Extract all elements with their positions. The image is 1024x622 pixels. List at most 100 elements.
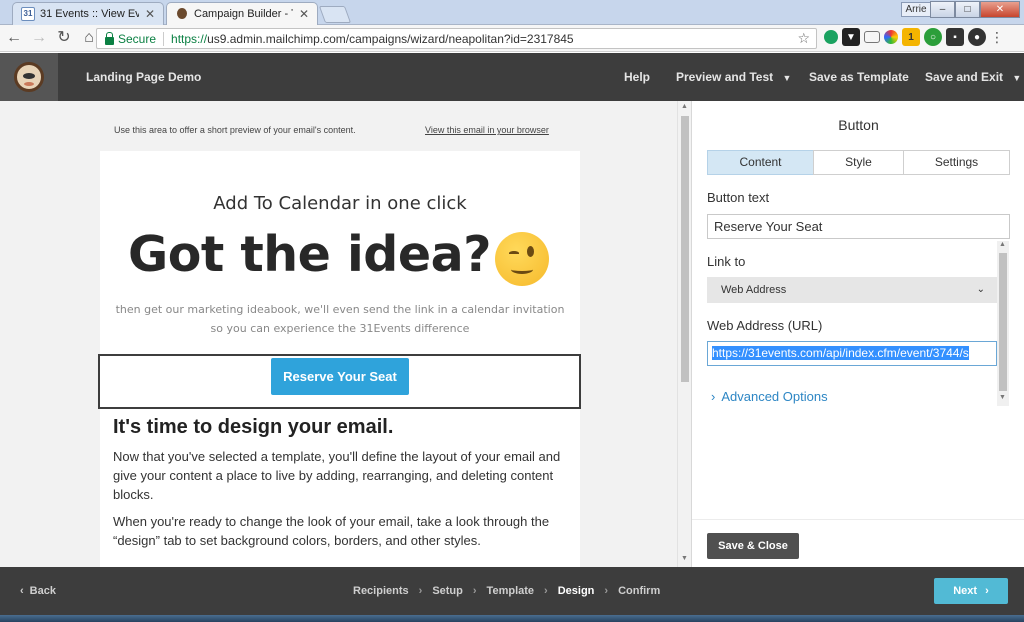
step-confirm[interactable]: Confirm (618, 567, 660, 615)
browser-tab-31events[interactable]: 31 31 Events :: View Event ✕ (12, 2, 164, 25)
tab-style[interactable]: Style (813, 150, 904, 175)
mailchimp-header: Landing Page Demo Help Preview and Test … (0, 53, 1024, 101)
next-button[interactable]: Next › (934, 578, 1008, 604)
scroll-up-arrow-icon[interactable]: ▲ (999, 241, 1006, 248)
lock-icon (105, 31, 114, 45)
calendar-favicon-icon: 31 (21, 7, 35, 21)
tab-label: 31 Events :: View Event (40, 8, 139, 20)
os-taskbar (0, 615, 1024, 622)
tab-content[interactable]: Content (707, 150, 814, 175)
freddie-logo-icon (14, 62, 44, 92)
tab-settings[interactable]: Settings (903, 150, 1010, 175)
scroll-down-arrow-icon[interactable]: ▼ (681, 555, 688, 562)
evernote-extension-icon[interactable] (824, 30, 838, 44)
design-paragraph-1-line1[interactable]: Now that you've selected a template, you… (113, 447, 563, 466)
minimize-icon[interactable]: – (930, 1, 955, 18)
forward-arrow-icon[interactable]: → (28, 27, 50, 49)
color-extension-icon[interactable] (884, 30, 898, 44)
design-heading[interactable]: It's time to design your email. (113, 416, 393, 439)
button-text-input[interactable]: Reserve Your Seat (707, 214, 1010, 239)
wizard-steps: Recipients › Setup › Template › Design ›… (353, 567, 660, 615)
divider (692, 519, 1024, 520)
preview-scrollbar[interactable]: ▲ ▼ (677, 101, 691, 567)
reserve-seat-button[interactable]: Reserve Your Seat (271, 358, 409, 395)
mailchimp-favicon-icon (175, 7, 189, 21)
bookmark-star-icon[interactable]: ☆ (797, 30, 810, 47)
back-arrow-icon[interactable]: ← (3, 27, 25, 49)
help-link[interactable]: Help (624, 53, 650, 101)
chevron-right-icon: › (472, 585, 477, 597)
preview-and-test-menu[interactable]: Preview and Test ▼ (676, 53, 791, 102)
email-headline[interactable]: Got the idea? (128, 226, 492, 283)
address-bar[interactable]: Secure https://us9.admin.mailchimp.com/c… (96, 28, 817, 49)
chevron-down-icon: ⌄ (976, 284, 985, 295)
chevron-left-icon: ‹ (20, 585, 24, 597)
window-controls: – □ ✕ (930, 1, 1020, 18)
panel-tabs: Content Style Settings (707, 150, 1010, 175)
design-paragraph-2-line1[interactable]: When you're ready to change the look of … (113, 512, 563, 531)
winking-emoji-icon (495, 232, 549, 286)
notes-extension-icon[interactable]: 1 (902, 28, 920, 46)
account-extension-icon[interactable]: ● (968, 28, 986, 46)
close-window-icon[interactable]: ✕ (980, 1, 1020, 18)
browser-tab-campaign-builder[interactable]: Campaign Builder - Temp ✕ (166, 2, 318, 25)
dark-extension-icon[interactable]: ▪ (946, 28, 964, 46)
link-to-select[interactable]: Web Address ⌄ (707, 277, 997, 303)
step-design[interactable]: Design (558, 567, 595, 615)
scrollbar-thumb[interactable] (999, 253, 1007, 391)
advanced-options-toggle[interactable]: › Advanced Options (711, 389, 828, 404)
scrollbar-thumb[interactable] (681, 116, 689, 382)
emoji-left-eye (509, 251, 519, 255)
step-template[interactable]: Template (487, 567, 534, 615)
view-in-browser-link[interactable]: View this email in your browser (425, 125, 549, 135)
selected-button-block[interactable]: Reserve Your Seat (98, 354, 581, 409)
extension-icons: ▼ 1 ○ ▪ ● ⋮ (824, 28, 1004, 46)
green-extension-icon[interactable]: ○ (924, 28, 942, 46)
chevron-down-icon: ▼ (782, 73, 792, 83)
step-recipients[interactable]: Recipients (353, 567, 409, 615)
chevron-down-icon: ▼ (1012, 73, 1022, 83)
secure-label: Secure (118, 31, 157, 46)
tab-close-icon[interactable]: ✕ (145, 7, 155, 21)
emoji-mouth (511, 265, 533, 274)
design-paragraph-1-line2[interactable]: give your content a place to live by add… (113, 466, 563, 485)
design-paragraph-1-line3[interactable]: blocks. (113, 485, 563, 504)
design-paragraph-2-line2[interactable]: “design” tab to set background colors, b… (113, 531, 563, 550)
web-address-input[interactable]: https://31events.com/api/index.cfm/event… (707, 341, 997, 366)
email-description-line1[interactable]: then get our marketing ideabook, we'll e… (100, 303, 580, 316)
scroll-up-arrow-icon[interactable]: ▲ (681, 103, 688, 110)
button-settings-panel: Button Content Style Settings Button tex… (691, 101, 1024, 567)
cast-icon[interactable] (864, 31, 880, 43)
save-and-exit-menu[interactable]: Save and Exit ▼ (925, 53, 1021, 102)
email-subheading[interactable]: Add To Calendar in one click (100, 193, 580, 214)
campaign-name: Landing Page Demo (86, 70, 202, 84)
wizard-footer: ‹ Back Recipients › Setup › Template › De… (0, 567, 1024, 615)
chevron-right-icon: › (604, 585, 609, 597)
advanced-options-label: Advanced Options (721, 389, 828, 404)
new-tab-button[interactable] (318, 6, 352, 23)
maximize-icon[interactable]: □ (955, 1, 980, 18)
divider (163, 31, 165, 46)
tab-close-icon[interactable]: ✕ (299, 7, 309, 21)
back-button[interactable]: ‹ Back (20, 567, 56, 615)
save-and-exit-label: Save and Exit (925, 70, 1004, 84)
step-setup[interactable]: Setup (432, 567, 463, 615)
web-address-value: https://31events.com/api/index.cfm/event… (712, 346, 969, 360)
pocket-extension-icon[interactable]: ▼ (842, 28, 860, 46)
panel-scrollbar[interactable]: ▲ ▼ (997, 241, 1009, 406)
button-text-label: Button text (707, 190, 770, 205)
chevron-right-icon: › (544, 585, 548, 597)
web-address-label: Web Address (URL) (707, 318, 823, 333)
reload-icon[interactable]: ↻ (53, 27, 75, 49)
window-user-badge[interactable]: Arrie (901, 2, 931, 17)
preheader-text[interactable]: Use this area to offer a short preview o… (114, 125, 356, 135)
browser-toolbar: ← → ↻ ⌂ Secure https://us9.admin.mailchi… (0, 25, 1024, 52)
mailchimp-logo[interactable] (0, 53, 58, 101)
email-description-line2[interactable]: so you can experience the 31Events diffe… (100, 322, 580, 335)
save-as-template-button[interactable]: Save as Template (809, 53, 909, 101)
tab-label: Campaign Builder - Temp (194, 8, 293, 20)
scroll-down-arrow-icon[interactable]: ▼ (999, 394, 1006, 401)
chevron-right-icon: › (418, 585, 423, 597)
save-and-close-button[interactable]: Save & Close (707, 533, 799, 559)
chrome-menu-icon[interactable]: ⋮ (990, 29, 1004, 46)
